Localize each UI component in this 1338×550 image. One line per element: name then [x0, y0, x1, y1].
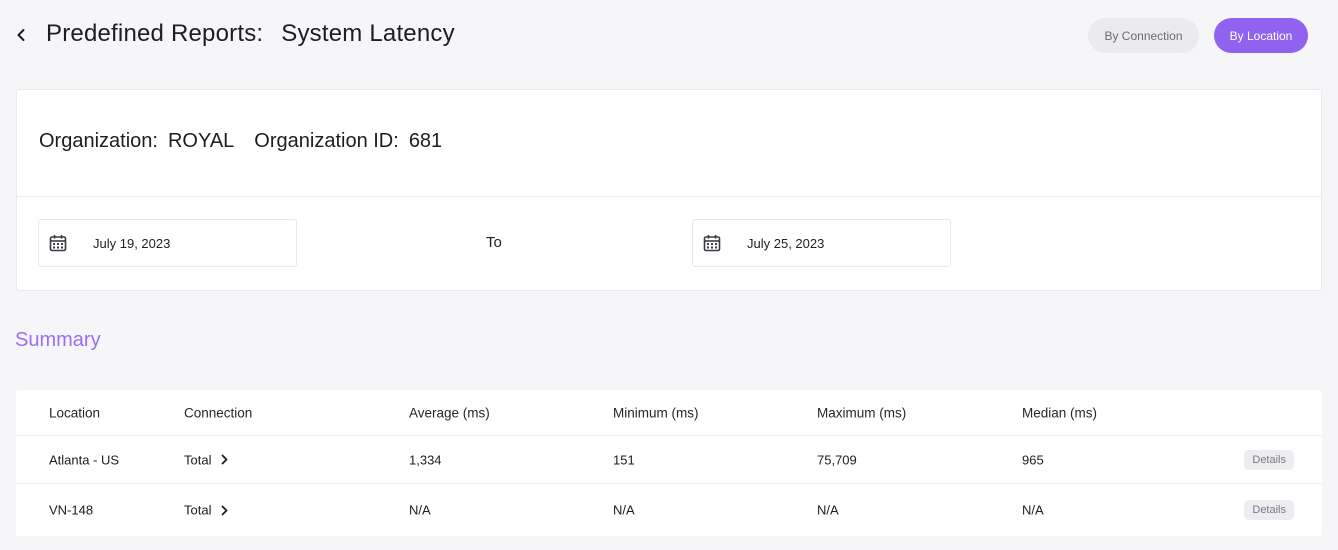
table-row: Atlanta - US Total 1,334 151 75,709 965 …: [16, 436, 1322, 484]
median-cell: 965: [1022, 452, 1044, 467]
organization-card: Organization: ROYAL Organization ID: 681 Ju…: [16, 89, 1322, 291]
calendar-icon: [49, 235, 67, 252]
maximum-cell: N/A: [817, 502, 839, 518]
summary-title: Summary: [15, 329, 101, 351]
organization-info: Organization: ROYAL Organization ID: 681: [39, 130, 462, 153]
organization-name-value: ROYAL: [167, 130, 235, 152]
minimum-cell: 151: [613, 452, 635, 467]
calendar-icon: [703, 235, 721, 252]
chevron-left-icon: [17, 29, 25, 41]
column-header-average: Average (ms): [409, 405, 490, 420]
minimum-cell: N/A: [613, 502, 635, 518]
back-button[interactable]: [10, 22, 32, 48]
summary-table: Location Connection Average (ms) Minimum…: [16, 390, 1322, 536]
system-latency-report-page: Predefined Reports: System Latency By Con…: [0, 0, 1338, 550]
location-cell: Atlanta - US: [49, 452, 120, 467]
start-date-picker[interactable]: July 19, 2023: [38, 219, 297, 267]
connection-cell: Total: [184, 452, 212, 467]
end-date-picker[interactable]: July 25, 2023: [692, 219, 951, 267]
table-row: VN-148 Total N/A N/A N/A N/A Details: [16, 484, 1322, 536]
by-location-button[interactable]: By Location: [1214, 18, 1308, 53]
page-header: Predefined Reports: System Latency By Con…: [0, 0, 1338, 72]
page-title: Predefined Reports: System Latency: [46, 20, 455, 48]
column-header-connection: Connection: [184, 405, 253, 420]
median-cell: N/A: [1022, 502, 1044, 518]
date-range-separator: To: [486, 234, 502, 251]
average-cell: N/A: [409, 502, 431, 518]
column-header-minimum: Minimum (ms): [613, 405, 699, 420]
connection-cell: Total: [184, 502, 212, 518]
organization-id-label: Organization ID:: [254, 130, 399, 152]
details-button[interactable]: Details: [1244, 449, 1294, 470]
chevron-right-icon: [222, 454, 228, 465]
end-date-value: July 25, 2023: [747, 236, 825, 251]
location-cell: VN-148: [49, 502, 94, 518]
connection-expand-link[interactable]: Total: [184, 452, 229, 467]
column-header-maximum: Maximum (ms): [817, 405, 907, 420]
table-header: Location Connection Average (ms) Minimum…: [16, 390, 1322, 436]
details-button[interactable]: Details: [1244, 500, 1294, 520]
column-header-median: Median (ms): [1022, 405, 1098, 420]
maximum-cell: 75,709: [817, 452, 857, 467]
chevron-right-icon: [222, 505, 228, 515]
connection-expand-link[interactable]: Total: [184, 503, 229, 518]
divider: [17, 196, 1321, 197]
organization-id-value: 681: [408, 130, 443, 152]
column-header-location: Location: [49, 405, 101, 420]
by-connection-button[interactable]: By Connection: [1088, 18, 1199, 53]
average-cell: 1,334: [409, 452, 442, 467]
start-date-value: July 19, 2023: [93, 236, 171, 251]
page-title-label: Predefined Reports:: [46, 20, 264, 47]
page-title-value: System Latency: [281, 20, 455, 47]
organization-name-label: Organization:: [39, 130, 158, 152]
